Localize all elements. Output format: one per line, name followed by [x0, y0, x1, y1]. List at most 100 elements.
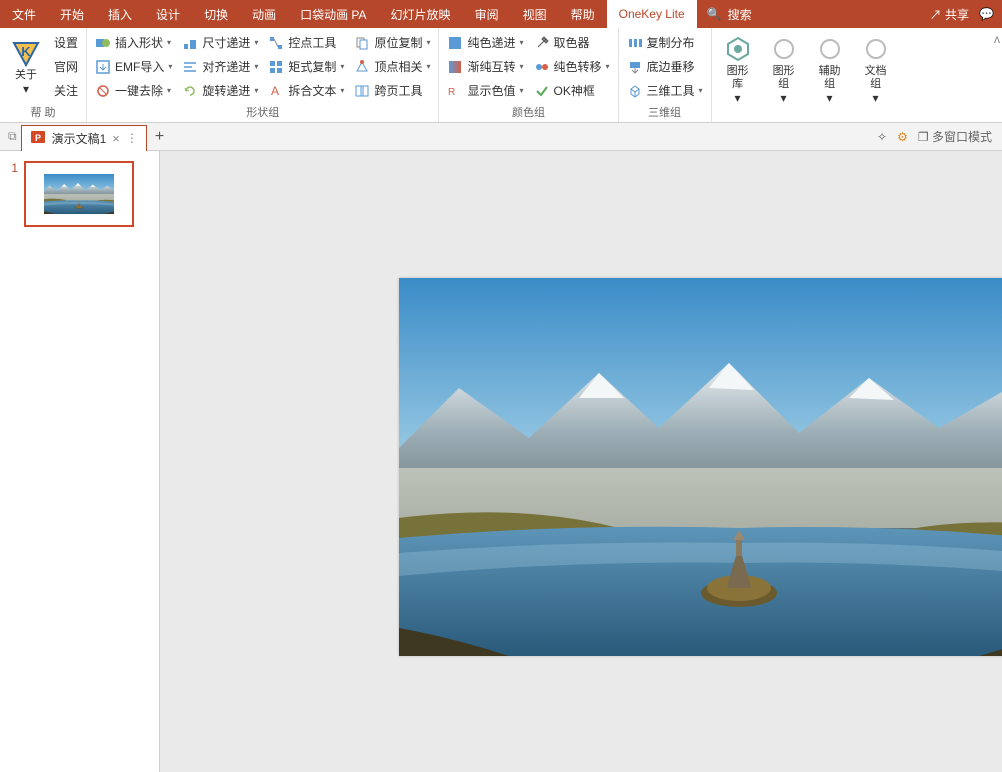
tab-review[interactable]: 审阅: [463, 0, 511, 28]
gradient-icon: [447, 59, 463, 75]
tab-slideshow[interactable]: 幻灯片放映: [379, 0, 463, 28]
rotate-progress-button[interactable]: 旋转递进▾: [178, 79, 262, 102]
shapes-icon: [95, 35, 111, 51]
tab-home[interactable]: 开始: [48, 0, 96, 28]
multi-window-button[interactable]: ❐ 多窗口模式: [918, 128, 992, 145]
ribbon: K 关于 ▾ 设置 官网 关注 帮 助 插入形状▾ EMF导入▾ 一键去除▾ 尺…: [0, 28, 1002, 123]
group-label-help: 帮 助: [4, 102, 82, 122]
ok-frame-button[interactable]: OK神框: [530, 79, 614, 102]
thumbnail[interactable]: [24, 161, 134, 227]
tab-menu-icon[interactable]: ⋮: [126, 131, 138, 145]
tab-file[interactable]: 文件: [0, 0, 48, 28]
color-transfer-button[interactable]: 纯色转移▾: [530, 55, 614, 78]
document-tabs: ⧉ P 演示文稿1 × ⋮ + ✧ ⚙ ❐ 多窗口模式: [0, 123, 1002, 151]
size-progress-button[interactable]: 尺寸递进▾: [178, 31, 262, 54]
ribbon-group-color: 纯色递进▾ 渐纯互转▾ R显示色值▾ 取色器 纯色转移▾ OK神框 颜色组: [439, 28, 618, 122]
bottom-shift-icon: [627, 59, 643, 75]
tab-help[interactable]: 帮助: [559, 0, 607, 28]
settings-gear-icon[interactable]: ⚙: [897, 130, 908, 144]
copy-distribute-button[interactable]: 复制分布: [623, 31, 707, 54]
control-point-button[interactable]: 控点工具: [264, 31, 348, 54]
rotate-icon: [182, 83, 198, 99]
powerpoint-icon: P: [30, 129, 46, 148]
close-tab-button[interactable]: ×: [112, 131, 120, 146]
align-progress-button[interactable]: 对齐递进▾: [178, 55, 262, 78]
slide-number: 1: [8, 161, 18, 227]
search-placeholder: 搜索: [728, 6, 752, 23]
one-click-remove-button[interactable]: 一键去除▾: [91, 79, 176, 102]
thumbnail-panel: 1: [0, 151, 160, 772]
circle-outline-icon: [768, 33, 800, 65]
thumbnail-image: [44, 174, 114, 214]
ribbon-group-help: K 关于 ▾ 设置 官网 关注 帮 助: [0, 28, 87, 122]
copy-icon: [354, 35, 370, 51]
slide[interactable]: [399, 278, 1002, 656]
vertex-icon: [354, 59, 370, 75]
collapse-ribbon-icon[interactable]: ʌ: [994, 32, 1000, 46]
gradient-swap-button[interactable]: 渐纯互转▾: [443, 55, 527, 78]
tab-design[interactable]: 设计: [144, 0, 192, 28]
add-tab-button[interactable]: +: [147, 128, 172, 146]
settings-button[interactable]: 设置: [50, 31, 82, 54]
thumbnail-item[interactable]: 1: [8, 161, 151, 227]
tab-animations[interactable]: 动画: [240, 0, 288, 28]
check-icon: [534, 83, 550, 99]
cross-page-button[interactable]: 跨页工具: [350, 79, 434, 102]
follow-button[interactable]: 关注: [50, 79, 82, 102]
official-site-button[interactable]: 官网: [50, 55, 82, 78]
aux-set-button[interactable]: 辅助 组▾: [808, 31, 852, 107]
search-box[interactable]: 🔍 搜索: [697, 0, 762, 28]
svg-text:P: P: [35, 133, 41, 143]
vertex-related-button[interactable]: 顶点相关▾: [350, 55, 434, 78]
split-text-button[interactable]: A拆合文本▾: [264, 79, 348, 102]
main-area: 1: [0, 151, 1002, 772]
resize-icon: [182, 35, 198, 51]
align-icon: [182, 59, 198, 75]
tab-view[interactable]: 视图: [511, 0, 559, 28]
onekey-logo-icon: K: [10, 37, 42, 69]
solid-progress-button[interactable]: 纯色递进▾: [443, 31, 527, 54]
rgb-icon: R: [447, 83, 463, 99]
shape-library-button[interactable]: 图形 库▾: [716, 31, 760, 107]
document-tab-title: 演示文稿1: [52, 130, 107, 147]
windows-icon: ❐: [918, 130, 929, 144]
circle-outline-icon: [814, 33, 846, 65]
bottom-shift-button[interactable]: 底边垂移: [623, 55, 707, 78]
tab-insert[interactable]: 插入: [96, 0, 144, 28]
tab-onekey-lite[interactable]: OneKey Lite: [607, 0, 697, 28]
cube-icon: [627, 83, 643, 99]
document-tab[interactable]: P 演示文稿1 × ⋮: [21, 125, 147, 151]
matrix-icon: [268, 59, 284, 75]
share-icon: ↗: [930, 8, 942, 22]
comments-icon[interactable]: 💬: [979, 7, 994, 21]
eyedropper-icon: [534, 35, 550, 51]
hexagon-icon: [722, 33, 754, 65]
group-label-shape: 形状组: [91, 102, 434, 122]
ribbon-group-libs: 图形 库▾ 图形 组▾ 辅助 组▾ 文档 组▾: [712, 28, 902, 122]
pin-icon[interactable]: ✧: [877, 130, 887, 144]
node-icon: [268, 35, 284, 51]
doc-set-button[interactable]: 文档 组▾: [854, 31, 898, 107]
ribbon-group-shape: 插入形状▾ EMF导入▾ 一键去除▾ 尺寸递进▾ 对齐递进▾ 旋转递进▾ 控点工…: [87, 28, 439, 122]
share-button[interactable]: ↗ 共享: [930, 6, 969, 23]
about-button[interactable]: K 关于 ▾: [4, 31, 48, 102]
slide-image[interactable]: [399, 278, 1002, 656]
window-control-icon[interactable]: ⧉: [4, 129, 21, 144]
distribute-icon: [627, 35, 643, 51]
matrix-copy-button[interactable]: 矩式复制▾: [264, 55, 348, 78]
tab-transitions[interactable]: 切换: [192, 0, 240, 28]
3d-tools-button[interactable]: 三维工具▾: [623, 79, 707, 102]
shape-set-button[interactable]: 图形 组▾: [762, 31, 806, 107]
tab-pocket-anim[interactable]: 口袋动画 PA: [288, 0, 378, 28]
ribbon-group-3d: 复制分布 底边垂移 三维工具▾ 三维组: [619, 28, 712, 122]
emf-import-button[interactable]: EMF导入▾: [91, 55, 176, 78]
chevron-down-icon: ▾: [23, 82, 29, 96]
group-label-color: 颜色组: [443, 102, 613, 122]
insert-shape-button[interactable]: 插入形状▾: [91, 31, 176, 54]
slide-canvas-area[interactable]: [160, 151, 1002, 772]
crosspage-icon: [354, 83, 370, 99]
eyedropper-button[interactable]: 取色器: [530, 31, 614, 54]
menubar: 文件 开始 插入 设计 切换 动画 口袋动画 PA 幻灯片放映 审阅 视图 帮助…: [0, 0, 1002, 28]
show-color-value-button[interactable]: R显示色值▾: [443, 79, 527, 102]
inplace-copy-button[interactable]: 原位复制▾: [350, 31, 434, 54]
